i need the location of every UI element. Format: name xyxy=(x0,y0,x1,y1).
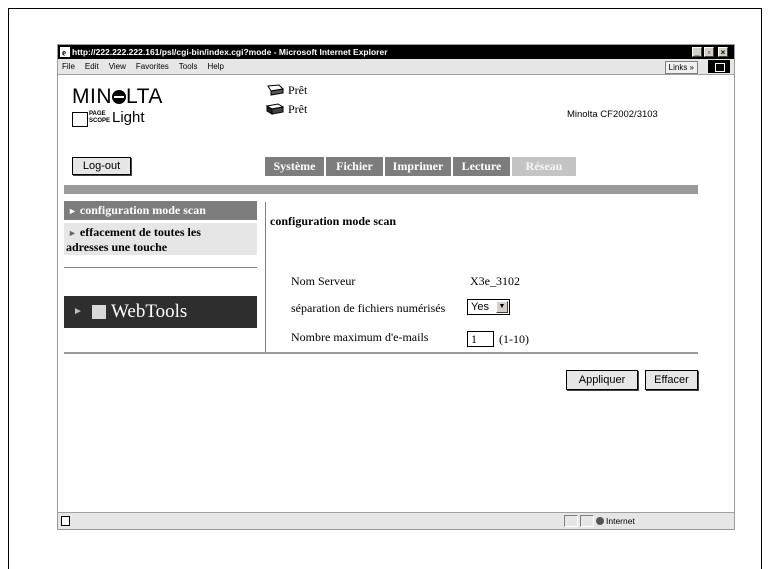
tab-fichier[interactable]: Fichier xyxy=(326,157,383,176)
logout-button[interactable]: Log-out xyxy=(72,157,131,175)
section-title: configuration mode scan xyxy=(270,214,396,228)
settings-form: configuration mode scan Nom Serveur X3e_… xyxy=(266,202,706,352)
copier-icon xyxy=(265,103,284,115)
webtools-icon xyxy=(92,305,106,319)
title-bar: e http://222.222.222.161/psl/cgi-bin/ind… xyxy=(58,45,734,59)
printer-icon xyxy=(267,84,284,96)
server-name-value: X3e_3102 xyxy=(470,274,520,288)
logo-scope-text: SCOPE xyxy=(89,118,111,124)
sidebar-item-configuration-mode-scan[interactable]: ► configuration mode scan xyxy=(64,201,257,220)
sidebar-item-label: effacement de toutes les xyxy=(79,225,201,239)
menu-help[interactable]: Help xyxy=(207,62,223,71)
chevron-down-icon: ▼ xyxy=(496,301,508,313)
form-divider xyxy=(64,352,698,354)
browser-window: e http://222.222.222.161/psl/cgi-bin/ind… xyxy=(57,44,735,530)
tab-reseau[interactable]: Réseau xyxy=(512,157,576,176)
pagescope-icon xyxy=(72,112,88,127)
logo-o-icon xyxy=(112,90,126,104)
max-emails-range: (1-10) xyxy=(499,332,529,346)
page-content: MIN LTA PAGE SCOPE Light Prêt Prêt Minolta… xyxy=(58,75,734,510)
sidebar-item-label: configuration mode scan xyxy=(79,203,206,217)
file-separation-label: séparation de fichiers numérisés xyxy=(291,301,446,315)
status-cell xyxy=(564,515,578,527)
server-name-label: Nom Serveur xyxy=(291,274,356,288)
printer-status-text: Prêt xyxy=(288,83,308,97)
page-icon xyxy=(61,516,70,526)
arrow-right-icon: ► xyxy=(68,228,77,238)
menu-tools[interactable]: Tools xyxy=(179,62,198,71)
logo-page-text: PAGE xyxy=(89,111,106,117)
menu-file[interactable]: File xyxy=(62,62,75,71)
svg-text:e: e xyxy=(62,48,66,58)
file-separation-value: Yes xyxy=(471,301,489,313)
scanner-status-text: Prêt xyxy=(288,102,308,116)
sidebar: ► configuration mode scan ► effacement d… xyxy=(64,194,265,378)
tab-systeme[interactable]: Système xyxy=(265,157,324,176)
clear-button[interactable]: Effacer xyxy=(645,370,698,390)
close-button[interactable]: × xyxy=(718,47,728,57)
device-model: Minolta CF2002/3103 xyxy=(567,109,658,120)
sidebar-item-effacement[interactable]: ► effacement de toutes les adresses une … xyxy=(64,223,257,255)
webtools-label: WebTools xyxy=(111,301,188,322)
minolta-logo: MIN LTA xyxy=(72,85,163,108)
max-emails-input[interactable]: 1 xyxy=(467,331,494,347)
apply-button[interactable]: Appliquer xyxy=(566,370,638,390)
ie-icon: e xyxy=(60,47,70,57)
window-title: http://222.222.222.161/psl/cgi-bin/index… xyxy=(72,47,388,57)
maximize-button[interactable]: ▫ xyxy=(704,47,714,57)
security-zone: Internet xyxy=(606,516,635,526)
sidebar-divider xyxy=(64,267,257,268)
globe-icon xyxy=(596,517,604,525)
webtools-button[interactable]: ► WebTools xyxy=(64,296,257,328)
arrow-right-icon: ► xyxy=(73,306,83,317)
windows-logo-icon xyxy=(708,60,730,73)
tab-imprimer[interactable]: Imprimer xyxy=(385,157,451,176)
sidebar-item-label-line2: adresses une touche xyxy=(66,240,168,254)
links-button[interactable]: Links » xyxy=(664,61,698,74)
max-emails-label: Nombre maximum d'e-mails xyxy=(291,330,429,344)
menu-bar: File Edit View Favorites Tools Help Links » xyxy=(58,59,734,75)
header-divider xyxy=(64,185,698,194)
logo-light-text: Light xyxy=(112,109,145,126)
status-cell xyxy=(580,515,594,527)
minimize-button[interactable]: _ xyxy=(692,47,702,57)
menu-favorites[interactable]: Favorites xyxy=(136,62,169,71)
tab-lecture[interactable]: Lecture xyxy=(453,157,510,176)
menu-view[interactable]: View xyxy=(109,62,126,71)
file-separation-select[interactable]: Yes ▼ xyxy=(467,299,510,315)
menu-edit[interactable]: Edit xyxy=(85,62,99,71)
status-bar: Internet xyxy=(58,512,734,529)
arrow-right-icon: ► xyxy=(68,206,77,216)
